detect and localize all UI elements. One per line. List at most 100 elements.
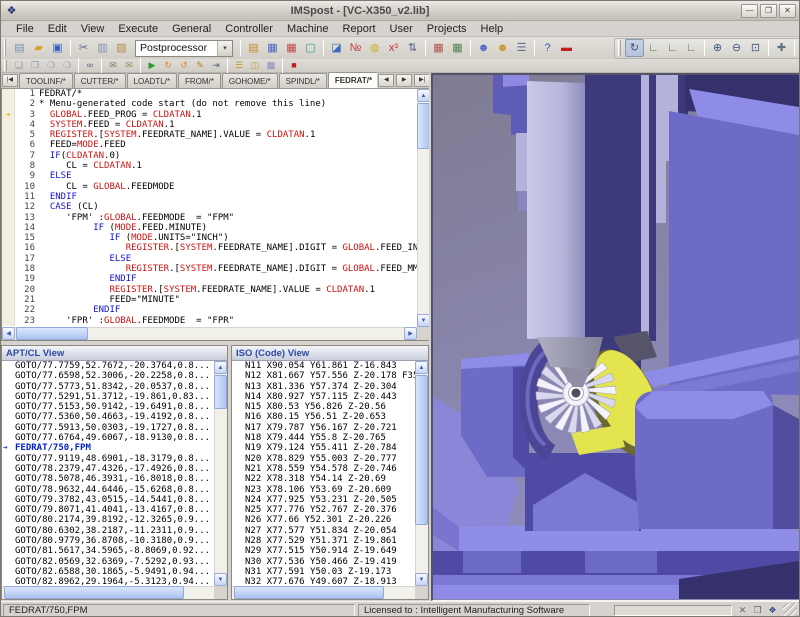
code-line[interactable]: 23 'FPR' :GLOBAL.FEEDMODE = "FPR" — [2, 316, 417, 326]
code-line[interactable]: 10 CL = GLOBAL.FEEDMODE — [2, 182, 417, 192]
list-item[interactable]: GOTO/77.5291,51.3712,-19.861,0.83... — [2, 392, 214, 402]
list-output-button[interactable]: ☰ — [231, 59, 247, 72]
view-xz-button[interactable]: ∟ — [663, 39, 682, 57]
view-yz-button[interactable]: ∟ — [682, 39, 701, 57]
macro-editor-button[interactable]: ▤ — [244, 39, 263, 57]
send-all-button[interactable]: ✉ — [121, 59, 137, 72]
tab-last-button[interactable]: ▶| — [414, 74, 430, 87]
tab-spindl[interactable]: SPINDL/* — [279, 73, 327, 88]
run-button[interactable]: ▶ — [144, 59, 160, 72]
vscroll-thumb[interactable] — [214, 375, 227, 409]
list-item[interactable]: GOTO/81.5617,34.5965,-8.8069,0.92... — [2, 546, 214, 556]
list-item[interactable]: GOTO/80.6302,38.2187,-11.2311,0.9... — [2, 526, 214, 536]
combo-dropdown-icon[interactable]: ▾ — [217, 41, 232, 56]
code-line[interactable]: 13 'FPM' :GLOBAL.FEEDMODE = "FPM" — [2, 213, 417, 223]
menu-view[interactable]: View — [74, 22, 112, 36]
code-line[interactable]: 8 CL = CLDATAN.1 — [2, 161, 417, 171]
save-button[interactable]: ▣ — [48, 39, 67, 57]
toolbar-handle[interactable] — [4, 60, 7, 70]
code-line[interactable]: 19 ENDIF — [2, 274, 417, 284]
toolbar-handle[interactable] — [4, 39, 6, 57]
list-item[interactable]: N12 X81.667 Y57.556 Z-20.178 F350. — [232, 371, 415, 381]
list-item[interactable]: N18 X79.444 Y55.8 Z-20.765 — [232, 433, 415, 443]
refresh-all-button[interactable]: ↺ — [176, 59, 192, 72]
copy-button[interactable]: ▥ — [93, 39, 112, 57]
tab-from[interactable]: FROM/* — [178, 73, 221, 88]
list-item[interactable]: N17 X79.787 Y56.167 Z-20.721 — [232, 423, 415, 433]
step-button[interactable]: ⇥ — [208, 59, 224, 72]
iso-vscrollbar[interactable]: ▲ ▼ — [415, 361, 428, 586]
cut-button[interactable]: ✂ — [74, 39, 93, 57]
list-item[interactable]: N16 X80.15 Y56.51 Z-20.653 — [232, 412, 415, 422]
tab-fedrat[interactable]: FEDRAT/* — [328, 72, 377, 88]
list-item[interactable]: ➔FEDRAT/750,FPM — [2, 443, 214, 453]
list-item[interactable]: N30 X77.536 Y50.466 Z-19.419 — [232, 557, 415, 567]
macro-code-editor[interactable]: 1FEDRAT/*2* Menu-generated code start (d… — [1, 89, 431, 341]
list-item[interactable]: GOTO/77.5913,50.0303,-19.1727,0.8... — [2, 423, 214, 433]
list-item[interactable]: GOTO/79.3782,43.0515,-14.5441,0.8... — [2, 495, 214, 505]
list-item[interactable]: GOTO/77.6598,52.3006,-20.2258,0.8... — [2, 371, 214, 381]
list-item[interactable]: N24 X77.925 Y53.231 Z-20.505 — [232, 495, 415, 505]
list-item[interactable]: N27 X77.577 Y51.834 Z-20.054 — [232, 526, 415, 536]
iso-list[interactable]: N11 X90.054 Y61.861 Z-16.843N12 X81.667 … — [232, 361, 415, 586]
zoom-in-button[interactable]: ⊕ — [708, 39, 727, 57]
close-button[interactable]: ✕ — [779, 4, 796, 18]
paste-button[interactable]: ▨ — [112, 39, 131, 57]
list-item[interactable]: GOTO/82.8962,29.1964,-5.3123,0.94... — [2, 577, 214, 586]
tab-loadtl[interactable]: LOADTL/* — [127, 73, 177, 88]
status-debug-icon[interactable]: ❖ — [765, 604, 780, 617]
menu-report[interactable]: Report — [336, 22, 383, 36]
table-button[interactable]: ▦ — [429, 39, 448, 57]
hscroll-thumb[interactable] — [4, 586, 184, 599]
list-item[interactable]: N31 X77.591 Y50.03 Z-19.173 — [232, 567, 415, 577]
list-item[interactable]: N14 X80.927 Y57.115 Z-20.443 — [232, 392, 415, 402]
help-button[interactable]: ? — [538, 39, 557, 57]
scroll-right-button[interactable]: ▶ — [404, 327, 417, 340]
user-list-button[interactable]: ☰ — [512, 39, 531, 57]
insert-block-blue-button[interactable]: ▦ — [263, 39, 282, 57]
list-item[interactable]: GOTO/77.6764,49.6067,-18.9130,0.8... — [2, 433, 214, 443]
code-line[interactable]: 1FEDRAT/* — [2, 89, 417, 99]
find-button[interactable]: ∞ — [82, 59, 98, 72]
tab-cutter[interactable]: CUTTER/* — [74, 73, 126, 88]
code-line[interactable]: 14 IF (MODE.FEED.MINUTE) — [2, 223, 417, 233]
code-line[interactable]: 16 REGISTER.[SYSTEM.FEEDRATE_NAME].DIGIT… — [2, 243, 417, 253]
list-item[interactable]: GOTO/82.6588,30.1865,-5.9491,0.94... — [2, 567, 214, 577]
grid-button[interactable]: ▦ — [448, 39, 467, 57]
list-item[interactable]: GOTO/82.0569,32.6369,-7.5292,0.93... — [2, 557, 214, 567]
code-line[interactable]: 11 ENDIF — [2, 192, 417, 202]
code-line[interactable]: 18 REGISTER.[SYSTEM.FEEDRATE_NAME].DIGIT… — [2, 264, 417, 274]
apt-list[interactable]: GOTO/77.7759,52.7672,-20.3764,0.8...GOTO… — [2, 361, 214, 586]
tab-gohome[interactable]: GOHOME/* — [222, 73, 278, 88]
toolbar-handle[interactable] — [618, 40, 621, 55]
status-restore-icon[interactable]: ❐ — [750, 604, 765, 617]
apt-vscrollbar[interactable]: ▲ ▼ — [214, 361, 227, 586]
apt-hscrollbar[interactable] — [2, 586, 214, 599]
zoom-out-button[interactable]: ⊖ — [727, 39, 746, 57]
list-item[interactable]: GOTO/77.7759,52.7672,-20.3764,0.8... — [2, 361, 214, 371]
code-line[interactable]: 17 ELSE — [2, 254, 417, 264]
postprocessor-combo[interactable]: Postprocessor▾ — [135, 40, 233, 57]
list-item[interactable]: GOTO/77.5773,51.8342,-20.0537,0.8... — [2, 382, 214, 392]
maximize-button[interactable]: ❐ — [760, 4, 777, 18]
balloon-button[interactable]: ◍ — [365, 39, 384, 57]
send-button[interactable]: ✉ — [105, 59, 121, 72]
status-close-icon[interactable]: ✕ — [735, 604, 750, 617]
window-button[interactable]: ❏ — [11, 59, 27, 72]
list-item[interactable]: N32 X77.676 Y49.607 Z-18.913 — [232, 577, 415, 586]
zoom-window-button[interactable]: ⊡ — [746, 39, 765, 57]
scroll-up-button[interactable]: ▲ — [214, 361, 227, 374]
resize-grip[interactable] — [783, 603, 797, 617]
sort-button[interactable]: ⇅ — [403, 39, 422, 57]
list-item[interactable]: N20 X78.829 Y55.003 Z-20.777 — [232, 454, 415, 464]
scroll-down-button[interactable]: ▼ — [415, 573, 428, 586]
code-line[interactable]: 15 IF (MODE.UNITS="INCH") — [2, 233, 417, 243]
list-item[interactable]: N28 X77.529 Y51.371 Z-19.861 — [232, 536, 415, 546]
code-line[interactable]: 5 REGISTER.[SYSTEM.FEEDRATE_NAME].VALUE … — [2, 130, 417, 140]
code-line[interactable]: 2* Menu-generated code start (do not rem… — [2, 99, 417, 109]
menu-user[interactable]: User — [383, 22, 420, 36]
scroll-up-button[interactable]: ▲ — [415, 361, 428, 374]
list-item[interactable]: N22 X78.318 Y54.14 Z-20.69 — [232, 474, 415, 484]
scroll-down-button[interactable]: ▼ — [214, 573, 227, 586]
menu-machine[interactable]: Machine — [280, 22, 336, 36]
